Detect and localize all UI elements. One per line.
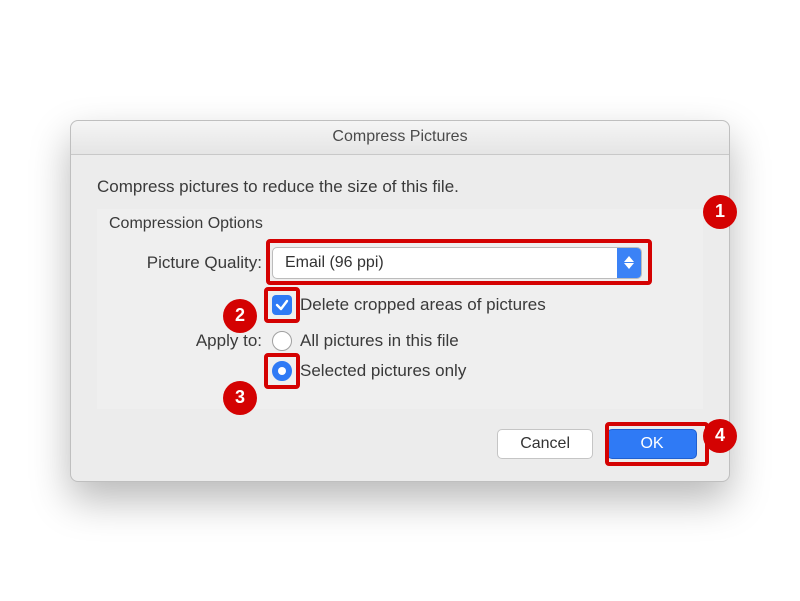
dialog-titlebar: Compress Pictures bbox=[71, 121, 729, 155]
delete-cropped-row: Delete cropped areas of pictures bbox=[107, 295, 693, 315]
apply-all-label: All pictures in this file bbox=[300, 331, 459, 351]
apply-selected-label: Selected pictures only bbox=[300, 361, 466, 381]
dialog-content: Compress pictures to reduce the size of … bbox=[71, 155, 729, 481]
apply-to-label: Apply to: bbox=[107, 331, 272, 351]
group-title: Compression Options bbox=[107, 215, 693, 233]
picture-quality-select[interactable]: Email (96 ppi) bbox=[272, 247, 642, 279]
compression-options-group: Compression Options Picture Quality: Ema… bbox=[97, 209, 703, 409]
cancel-button[interactable]: Cancel bbox=[497, 429, 593, 459]
apply-to-row: Apply to: All pictures in this file bbox=[107, 331, 693, 351]
picture-quality-label: Picture Quality: bbox=[107, 253, 272, 273]
compress-pictures-dialog: Compress Pictures Compress pictures to r… bbox=[70, 120, 730, 482]
chevron-updown-icon bbox=[617, 248, 641, 278]
dialog-button-row: Cancel OK bbox=[97, 429, 703, 459]
ok-button[interactable]: OK bbox=[607, 429, 697, 459]
dialog-description: Compress pictures to reduce the size of … bbox=[97, 177, 703, 197]
delete-cropped-label: Delete cropped areas of pictures bbox=[300, 295, 546, 315]
picture-quality-row: Picture Quality: Email (96 ppi) bbox=[107, 247, 693, 279]
delete-cropped-checkbox[interactable] bbox=[272, 295, 292, 315]
apply-selected-radio[interactable] bbox=[272, 361, 292, 381]
picture-quality-value: Email (96 ppi) bbox=[285, 254, 384, 272]
apply-all-radio[interactable] bbox=[272, 331, 292, 351]
dialog-title: Compress Pictures bbox=[332, 128, 467, 146]
apply-selected-row: Selected pictures only bbox=[107, 361, 693, 381]
